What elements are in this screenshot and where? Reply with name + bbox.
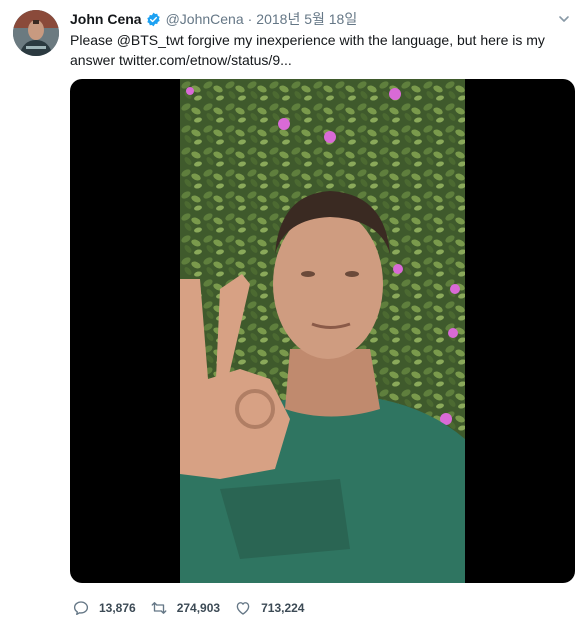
- reply-icon: [73, 601, 89, 616]
- retweet-icon: [151, 602, 167, 614]
- retweet-button[interactable]: 274,903: [150, 599, 220, 617]
- status-link[interactable]: twitter.com/etnow/status/9...: [119, 52, 292, 68]
- text-prefix: Please: [70, 32, 117, 48]
- like-icon: [236, 602, 250, 615]
- tweet-date[interactable]: 2018년 5월 18일: [256, 9, 357, 29]
- reply-count: 13,876: [99, 601, 136, 615]
- tweet: John Cena @JohnCena · 2018년 5월 18일 Pleas…: [0, 0, 585, 621]
- author-handle[interactable]: @JohnCena: [166, 11, 244, 27]
- tweet-header: John Cena @JohnCena · 2018년 5월 18일: [70, 9, 357, 29]
- video-frame[interactable]: [180, 79, 465, 583]
- video-player[interactable]: [70, 79, 575, 583]
- avatar[interactable]: [13, 10, 59, 56]
- tweet-text: Please @BTS_twt forgive my inexperience …: [70, 30, 560, 70]
- like-count: 713,224: [261, 601, 305, 615]
- author-name[interactable]: John Cena: [70, 11, 142, 27]
- verified-badge-icon: [146, 12, 161, 27]
- chevron-down-icon[interactable]: [557, 12, 571, 26]
- separator: ·: [247, 11, 253, 27]
- mention-link[interactable]: @BTS_twt: [117, 32, 184, 48]
- tweet-actions: 13,876 274,903 713,224: [72, 598, 318, 618]
- retweet-count: 274,903: [176, 601, 221, 615]
- reply-button[interactable]: 13,876: [72, 599, 136, 617]
- like-button[interactable]: 713,224: [234, 599, 304, 617]
